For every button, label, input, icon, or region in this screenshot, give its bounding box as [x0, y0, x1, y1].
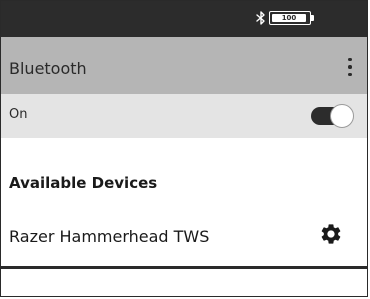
page-title: Bluetooth [9, 59, 87, 78]
phone-screen: 100 Bluetooth On Available Devices Razer… [0, 0, 368, 297]
battery-terminal [311, 15, 314, 21]
toggle-label: On [9, 107, 28, 122]
available-devices-header: Available Devices [9, 174, 158, 192]
toggle-thumb [330, 104, 354, 128]
more-vert-icon[interactable] [341, 49, 359, 85]
status-bar: 100 [1, 1, 367, 37]
status-icons: 100 [256, 11, 314, 25]
battery-level-text: 100 [281, 14, 297, 22]
app-bar: Bluetooth [1, 37, 367, 94]
gear-icon[interactable] [319, 222, 343, 246]
device-item[interactable]: Razer Hammerhead TWS [1, 209, 367, 261]
bluetooth-toggle-row[interactable]: On [1, 94, 367, 138]
bluetooth-toggle-switch[interactable] [311, 104, 354, 128]
divider [1, 266, 367, 269]
device-name: Razer Hammerhead TWS [9, 227, 210, 246]
battery-icon: 100 [269, 11, 314, 25]
bluetooth-icon [256, 11, 266, 25]
